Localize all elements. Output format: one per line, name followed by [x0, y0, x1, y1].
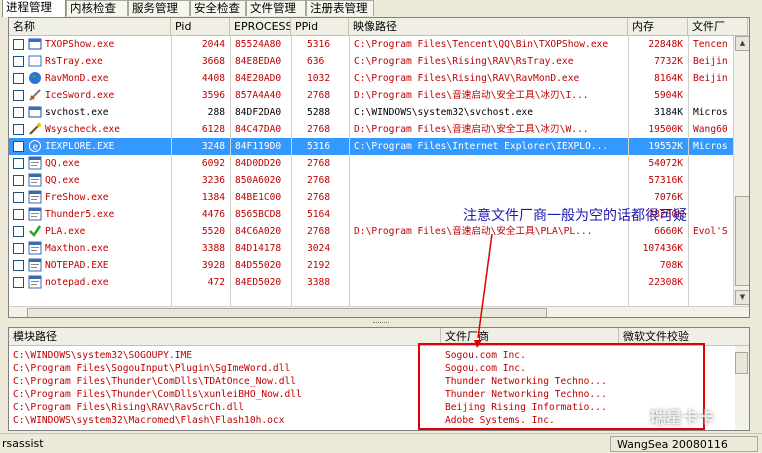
watermark-logo: 瑞星卡卡 — [650, 408, 715, 427]
tab-process[interactable]: 进程管理 — [2, 0, 66, 17]
annotation-arrow — [474, 233, 493, 348]
